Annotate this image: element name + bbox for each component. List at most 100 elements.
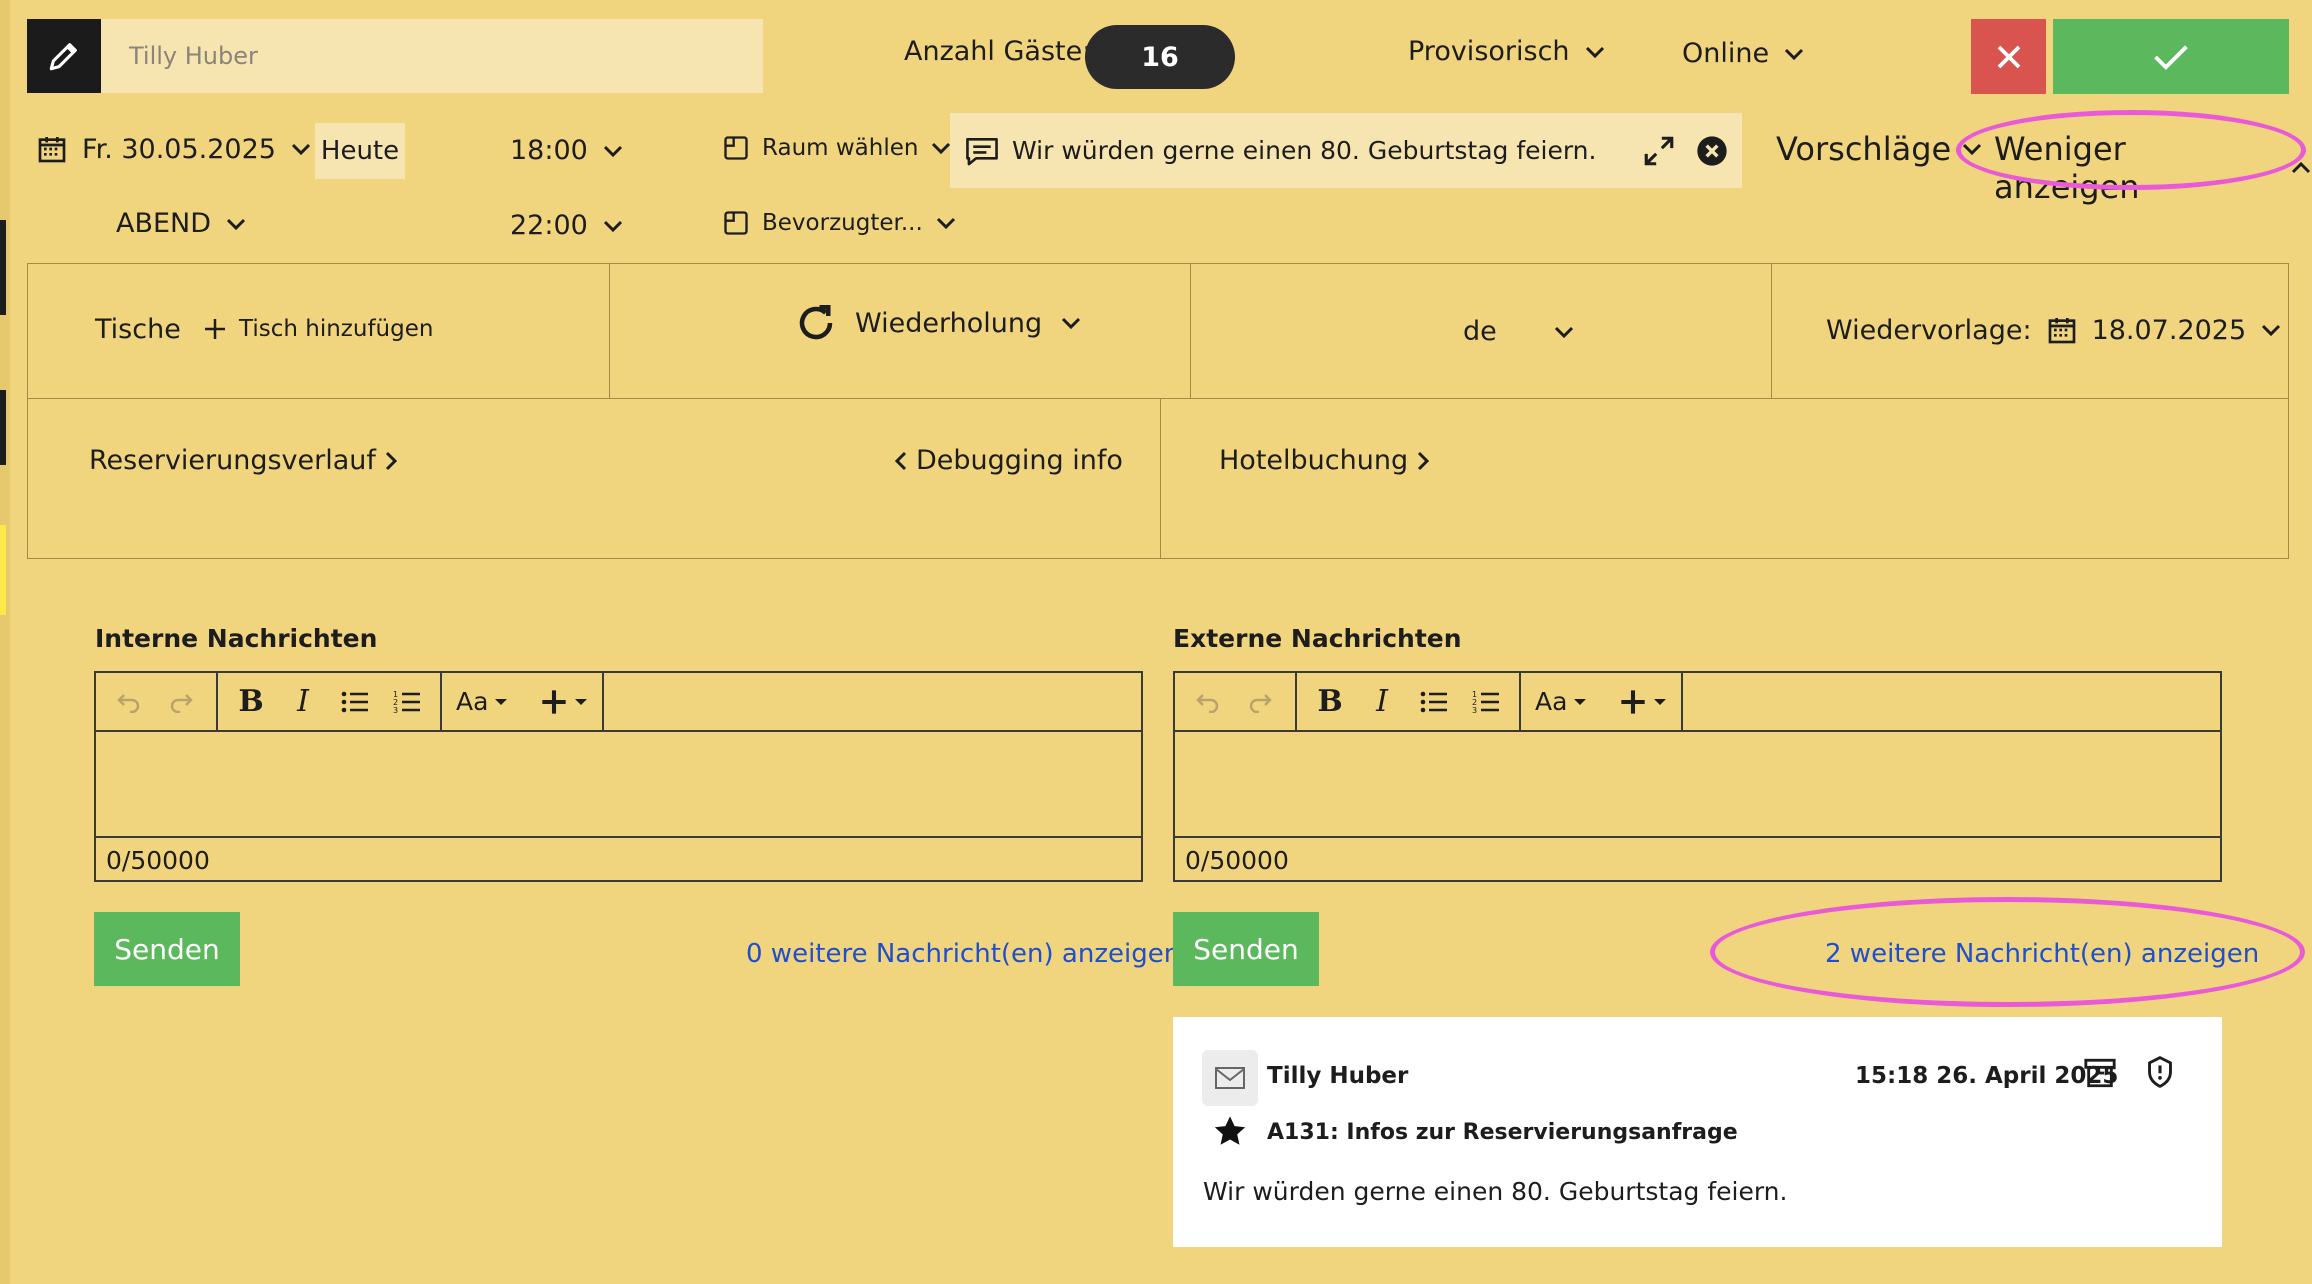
message-card[interactable]: Tilly Huber 15:18 26. April 2025 A131: I… [1173, 1017, 2222, 1247]
numbered-list-icon[interactable]: 123 [384, 679, 430, 725]
external-editor: B I 123 Aa 0/50000 [1173, 671, 2222, 882]
preferred-room-dropdown[interactable]: Bevorzugter... [722, 209, 957, 237]
chevron-down-icon [225, 217, 247, 231]
undo-icon[interactable] [106, 679, 152, 725]
left-edge-marker [0, 525, 6, 615]
star-icon[interactable] [1213, 1115, 1247, 1147]
history-group [1175, 673, 1297, 730]
italic-icon[interactable]: I [1359, 679, 1405, 725]
shift-dropdown[interactable]: ABEND [116, 208, 247, 239]
redo-icon[interactable] [158, 679, 204, 725]
chevron-down-icon [1060, 316, 1082, 330]
date-label: Fr. 30.05.2025 [82, 133, 276, 165]
bold-icon[interactable]: B [1307, 679, 1353, 725]
redo-icon[interactable] [1237, 679, 1283, 725]
left-edge-marker [0, 220, 6, 315]
left-edge-marker [0, 390, 6, 465]
plus-icon [540, 688, 568, 716]
language-label: de [1463, 316, 1497, 347]
font-size-label: Aa [1535, 687, 1568, 716]
show-less-toggle[interactable]: Weniger anzeigen [1994, 130, 2312, 206]
numbered-list-icon[interactable]: 123 [1463, 679, 1509, 725]
room-icon [722, 209, 750, 237]
message-body: Wir würden gerne einen 80. Geburtstag fe… [1203, 1177, 1788, 1206]
undo-icon[interactable] [1185, 679, 1231, 725]
room-dropdown[interactable]: Raum wählen [722, 134, 952, 162]
caret-down-icon [574, 697, 588, 707]
envelope-icon [1202, 1050, 1258, 1106]
shift-label: ABEND [116, 208, 212, 239]
suggestions-dropdown[interactable]: Vorschläge [1776, 130, 1983, 168]
today-button[interactable]: Heute [315, 123, 405, 179]
add-table-button[interactable]: Tisch hinzufügen [203, 316, 433, 342]
start-time-label: 18:00 [510, 135, 588, 166]
start-time-dropdown[interactable]: 18:00 [510, 135, 624, 166]
bold-icon[interactable]: B [228, 679, 274, 725]
bullet-list-icon[interactable] [332, 679, 378, 725]
chevron-down-icon [602, 219, 624, 233]
editor-toolbar: B I 123 Aa [1175, 673, 2220, 732]
svg-text:3: 3 [1472, 706, 1477, 715]
clear-icon[interactable] [1696, 135, 1728, 167]
internal-message-input[interactable] [96, 732, 1141, 838]
chevron-left-icon [894, 450, 908, 472]
external-send-button[interactable]: Senden [1173, 912, 1319, 986]
refresh-icon [795, 302, 837, 344]
guest-name-input[interactable] [101, 19, 763, 93]
caret-down-icon [1653, 697, 1667, 707]
insert-group: Aa [442, 673, 605, 730]
followup-cell: Wiedervorlage: 18.07.2025 [1771, 263, 2289, 399]
status-dropdown[interactable]: Provisorisch [1408, 36, 1606, 67]
repeat-label: Wiederholung [855, 307, 1043, 339]
external-more-messages-link[interactable]: 2 weitere Nachricht(en) anzeigen [1825, 939, 2259, 969]
chevron-right-icon [1416, 450, 1430, 472]
expand-icon[interactable] [1642, 134, 1676, 168]
font-size-dropdown[interactable]: Aa [456, 687, 508, 716]
preferred-room-label: Bevorzugter... [762, 210, 923, 236]
language-dropdown[interactable]: de [1463, 316, 1575, 347]
repeat-dropdown[interactable]: Wiederholung [795, 302, 1082, 344]
end-time-dropdown[interactable]: 22:00 [510, 210, 624, 241]
followup-dropdown[interactable]: Wiedervorlage: 18.07.2025 [1826, 314, 2282, 346]
edit-pencil-button[interactable] [27, 19, 101, 93]
guest-count-pill[interactable]: 16 [1085, 25, 1235, 89]
external-message-input[interactable] [1175, 732, 2220, 838]
channel-dropdown[interactable]: Online [1682, 38, 1805, 69]
chevron-down-icon [1783, 47, 1805, 61]
format-group: B I 123 [218, 673, 442, 730]
insert-dropdown[interactable] [1619, 688, 1667, 716]
history-link[interactable]: Reservierungsverlauf [89, 445, 398, 476]
chevron-right-icon [384, 450, 398, 472]
channel-label: Online [1682, 38, 1770, 69]
history-debug-cell: Reservierungsverlauf Debugging info [27, 398, 1161, 559]
chevron-down-icon [1584, 45, 1606, 59]
internal-editor: B I 123 Aa 0/50000 [94, 671, 1143, 882]
left-edge-strip [0, 0, 10, 1284]
shield-icon[interactable] [2145, 1055, 2175, 1089]
archive-icon[interactable] [2083, 1057, 2117, 1089]
bullet-list-icon[interactable] [1411, 679, 1457, 725]
debug-info-link[interactable]: Debugging info [894, 445, 1123, 476]
status-label: Provisorisch [1408, 36, 1570, 67]
close-icon [1994, 42, 2024, 72]
room-label: Raum wählen [762, 135, 919, 161]
hotel-booking-link[interactable]: Hotelbuchung [1219, 445, 1430, 476]
guest-message-box[interactable]: Wir würden gerne einen 80. Geburtstag fe… [950, 113, 1742, 188]
chevron-down-icon [290, 142, 312, 156]
hotel-cell: Hotelbuchung [1160, 398, 2289, 559]
history-group [96, 673, 218, 730]
date-dropdown[interactable]: Fr. 30.05.2025 [36, 133, 312, 165]
cancel-button[interactable] [1971, 19, 2046, 94]
suggestions-label: Vorschläge [1776, 130, 1952, 168]
internal-more-messages-link[interactable]: 0 weitere Nachricht(en) anzeigen [746, 939, 1180, 969]
calendar-icon [2046, 314, 2078, 346]
font-size-dropdown[interactable]: Aa [1535, 687, 1587, 716]
chevron-down-icon [1553, 325, 1575, 339]
internal-send-button[interactable]: Senden [94, 912, 240, 986]
debug-info-label: Debugging info [916, 445, 1123, 476]
language-cell: de [1190, 263, 1772, 399]
insert-dropdown[interactable] [540, 688, 588, 716]
italic-icon[interactable]: I [280, 679, 326, 725]
font-size-label: Aa [456, 687, 489, 716]
confirm-button[interactable] [2053, 19, 2289, 94]
